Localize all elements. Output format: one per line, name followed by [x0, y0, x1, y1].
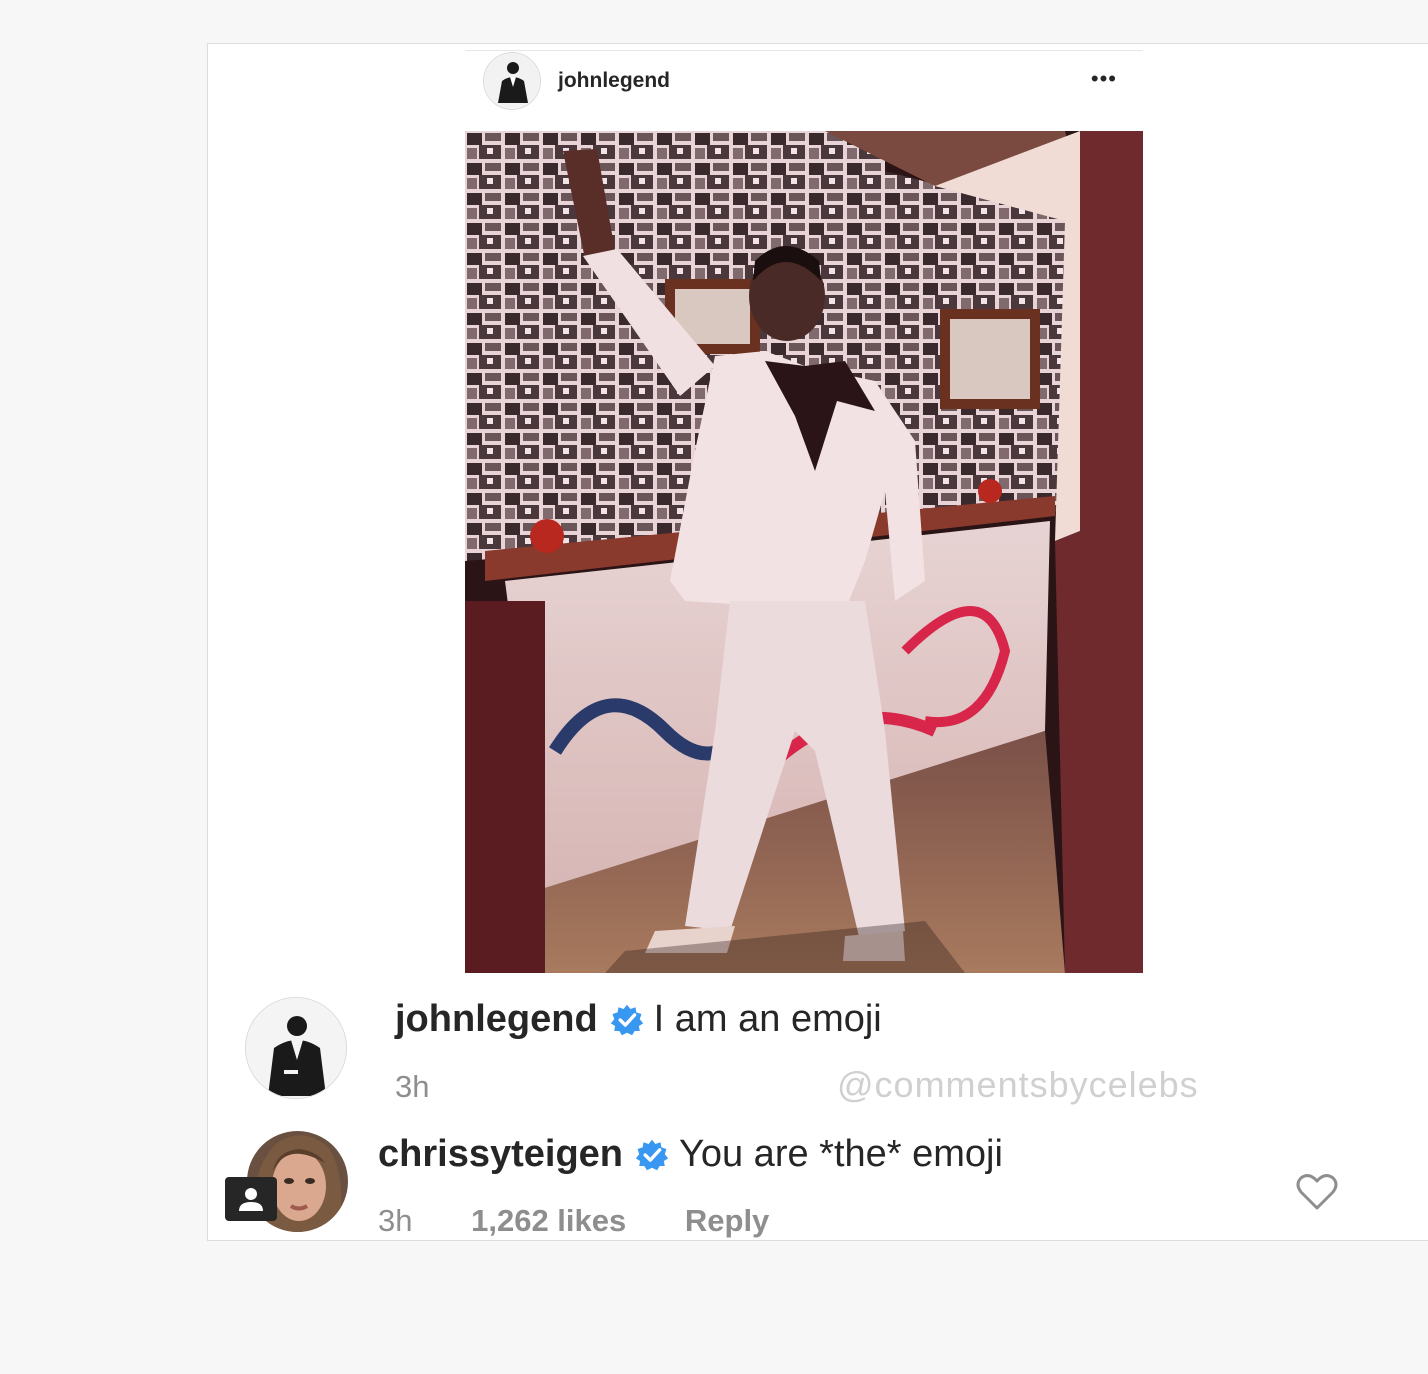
- person-silhouette-icon: [484, 53, 540, 109]
- likes-count[interactable]: 1,262 likes: [471, 1203, 626, 1238]
- more-options-icon[interactable]: •••: [1091, 66, 1117, 92]
- comment-timestamp: 3h: [378, 1203, 413, 1238]
- verified-badge-icon: [610, 1004, 643, 1035]
- comment-line: chrissyteigen You are *the* emoji: [378, 1133, 1003, 1176]
- comment-timestamp: 3h: [395, 1069, 430, 1104]
- post-header: johnlegend •••: [465, 52, 1143, 130]
- comment-username[interactable]: chrissyteigen: [378, 1133, 623, 1176]
- comment-meta: 3h: [395, 1069, 429, 1105]
- reply-button[interactable]: Reply: [685, 1203, 769, 1238]
- post-photo-image: [465, 131, 1143, 973]
- heart-icon[interactable]: [1296, 1172, 1338, 1212]
- person-icon: [239, 1188, 263, 1211]
- avatar[interactable]: [245, 997, 347, 1099]
- verified-badge-icon: [635, 1139, 669, 1170]
- avatar[interactable]: [483, 52, 541, 110]
- watermark: @commentsbycelebs: [837, 1064, 1199, 1105]
- post-username[interactable]: johnlegend: [558, 69, 670, 93]
- person-silhouette-icon: [246, 998, 346, 1098]
- divider: [465, 50, 1143, 51]
- tagged-person-icon[interactable]: [225, 1177, 277, 1221]
- comment-line: johnlegend I am an emoji: [395, 998, 882, 1041]
- post-photo[interactable]: [465, 131, 1143, 973]
- comment-text: You are *the* emoji: [679, 1133, 1003, 1175]
- comment-username[interactable]: johnlegend: [395, 998, 598, 1041]
- comment-meta: 3h 1,262 likes Reply: [378, 1203, 769, 1239]
- comment-text: I am an emoji: [653, 998, 882, 1040]
